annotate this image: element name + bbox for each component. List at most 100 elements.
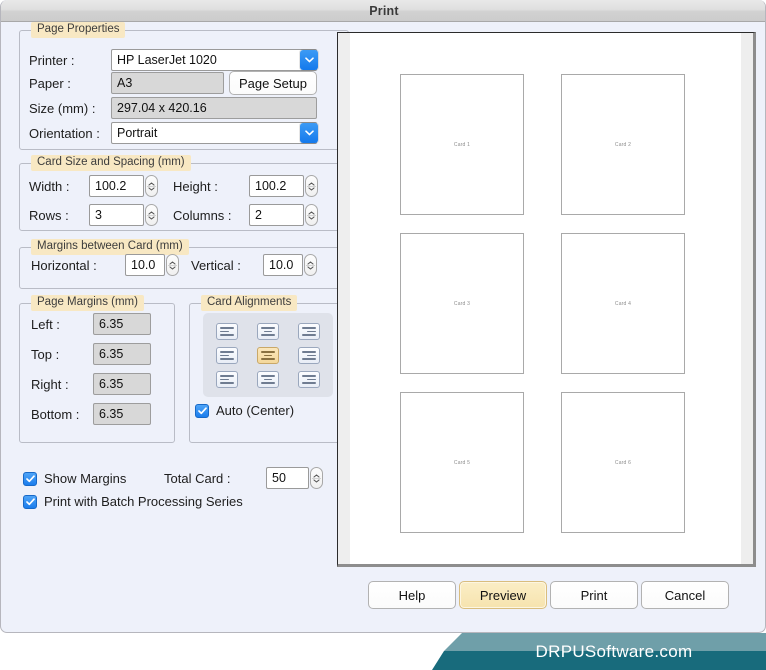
printer-value: HP LaserJet 1020: [117, 53, 217, 67]
align-bottom-right-icon[interactable]: [298, 371, 320, 388]
rows-stepper[interactable]: [145, 204, 158, 226]
preview-button[interactable]: Preview: [459, 581, 547, 609]
align-middle-right-icon[interactable]: [298, 347, 320, 364]
align-top-left-icon[interactable]: [216, 323, 238, 340]
left-margin-value: 6.35: [99, 317, 124, 331]
align-bottom-center-icon[interactable]: [257, 371, 279, 388]
rows-value: 3: [95, 208, 102, 222]
orientation-combobox[interactable]: Portrait: [111, 122, 317, 144]
preview-left-margin-strip: [338, 33, 350, 564]
card-alignment-pad: [203, 313, 333, 397]
chevron-down-icon[interactable]: [300, 50, 318, 70]
page-properties-legend: Page Properties: [31, 22, 126, 38]
total-card-input[interactable]: 50: [266, 467, 309, 489]
preview-card: Card 3: [400, 233, 524, 374]
printer-combobox[interactable]: HP LaserJet 1020: [111, 49, 317, 71]
vertical-value: 10.0: [269, 258, 294, 272]
preview-card-label: Card 1: [453, 141, 471, 148]
height-input[interactable]: 100.2: [249, 175, 304, 197]
preview-card: Card 5: [400, 392, 524, 533]
preview-card-label: Card 3: [453, 300, 471, 307]
rows-label: Rows :: [29, 208, 69, 223]
card-alignments-legend: Card Alignments: [201, 295, 298, 311]
size-value-field: 297.04 x 420.16: [111, 97, 317, 119]
columns-stepper[interactable]: [305, 204, 318, 226]
preview-card-label: Card 6: [614, 459, 632, 466]
bottom-margin-field[interactable]: 6.35: [93, 403, 151, 425]
show-margins-checkbox[interactable]: [23, 471, 37, 486]
brand-banner-text: DRPUSoftware.com: [535, 641, 693, 661]
align-middle-center-icon[interactable]: [257, 347, 279, 364]
batch-processing-checkbox-row[interactable]: Print with Batch Processing Series: [23, 494, 243, 509]
top-margin-label: Top :: [31, 347, 60, 362]
print-preview-panel[interactable]: Card 1 Card 2 Card 3 Card 4 Card 5 Card …: [337, 32, 756, 567]
width-input[interactable]: 100.2: [89, 175, 144, 197]
batch-processing-label: Print with Batch Processing Series: [44, 494, 243, 509]
preview-card-label: Card 5: [453, 459, 471, 466]
preview-card: Card 6: [561, 392, 685, 533]
show-margins-checkbox-row[interactable]: Show Margins: [23, 471, 126, 486]
width-value: 100.2: [95, 179, 127, 193]
height-label: Height :: [173, 179, 218, 194]
top-margin-field[interactable]: 6.35: [93, 343, 151, 365]
print-dialog-window: Print Page Properties Printer : HP Laser…: [0, 0, 766, 633]
bottom-margin-value: 6.35: [99, 407, 124, 421]
columns-label: Columns :: [173, 208, 232, 223]
left-margin-label: Left :: [31, 317, 60, 332]
align-bottom-left-icon[interactable]: [216, 371, 238, 388]
card-size-legend: Card Size and Spacing (mm): [31, 155, 191, 171]
brand-banner: DRPUSoftware.com: [432, 633, 766, 670]
printer-label: Printer :: [29, 53, 75, 68]
top-margin-value: 6.35: [99, 347, 124, 361]
horizontal-label: Horizontal :: [31, 258, 97, 273]
align-middle-left-icon[interactable]: [216, 347, 238, 364]
size-label: Size (mm) :: [29, 101, 96, 116]
preview-right-margin-strip: [741, 33, 753, 564]
page-setup-button[interactable]: Page Setup: [229, 71, 317, 95]
right-margin-label: Right :: [31, 377, 69, 392]
width-stepper[interactable]: [145, 175, 158, 197]
batch-processing-checkbox[interactable]: [23, 494, 37, 509]
width-label: Width :: [29, 179, 70, 194]
paper-value: A3: [117, 76, 133, 90]
paper-value-field: A3: [111, 72, 224, 94]
print-button[interactable]: Print: [550, 581, 638, 609]
auto-center-checkbox[interactable]: [195, 403, 209, 418]
preview-page: Card 1 Card 2 Card 3 Card 4 Card 5 Card …: [338, 33, 753, 564]
height-value: 100.2: [255, 179, 287, 193]
preview-card: Card 4: [561, 233, 685, 374]
orientation-label: Orientation :: [29, 126, 100, 141]
orientation-value: Portrait: [117, 126, 158, 140]
columns-input[interactable]: 2: [249, 204, 304, 226]
auto-center-checkbox-row[interactable]: Auto (Center): [195, 403, 294, 418]
horizontal-input[interactable]: 10.0: [125, 254, 165, 276]
size-value: 297.04 x 420.16: [117, 101, 207, 115]
auto-center-label: Auto (Center): [216, 403, 295, 418]
align-top-center-icon[interactable]: [257, 323, 279, 340]
right-margin-field[interactable]: 6.35: [93, 373, 151, 395]
height-stepper[interactable]: [305, 175, 318, 197]
vertical-label: Vertical :: [191, 258, 241, 273]
vertical-stepper[interactable]: [304, 254, 317, 276]
vertical-input[interactable]: 10.0: [263, 254, 303, 276]
preview-card: Card 1: [400, 74, 524, 215]
right-margin-value: 6.35: [99, 377, 124, 391]
window-title: Print: [369, 3, 399, 18]
horizontal-value: 10.0: [131, 258, 156, 272]
window-titlebar: Print: [1, 0, 765, 22]
chevron-down-icon[interactable]: [300, 123, 318, 143]
cancel-button[interactable]: Cancel: [641, 581, 729, 609]
preview-card: Card 2: [561, 74, 685, 215]
total-card-stepper[interactable]: [310, 467, 323, 489]
margins-between-card-legend: Margins between Card (mm): [31, 239, 189, 255]
columns-value: 2: [255, 208, 262, 222]
align-top-right-icon[interactable]: [298, 323, 320, 340]
horizontal-stepper[interactable]: [166, 254, 179, 276]
preview-card-label: Card 4: [614, 300, 632, 307]
rows-input[interactable]: 3: [89, 204, 144, 226]
page-margins-legend: Page Margins (mm): [31, 295, 144, 311]
help-button[interactable]: Help: [368, 581, 456, 609]
bottom-margin-label: Bottom :: [31, 407, 80, 422]
paper-label: Paper :: [29, 76, 71, 91]
left-margin-field[interactable]: 6.35: [93, 313, 151, 335]
